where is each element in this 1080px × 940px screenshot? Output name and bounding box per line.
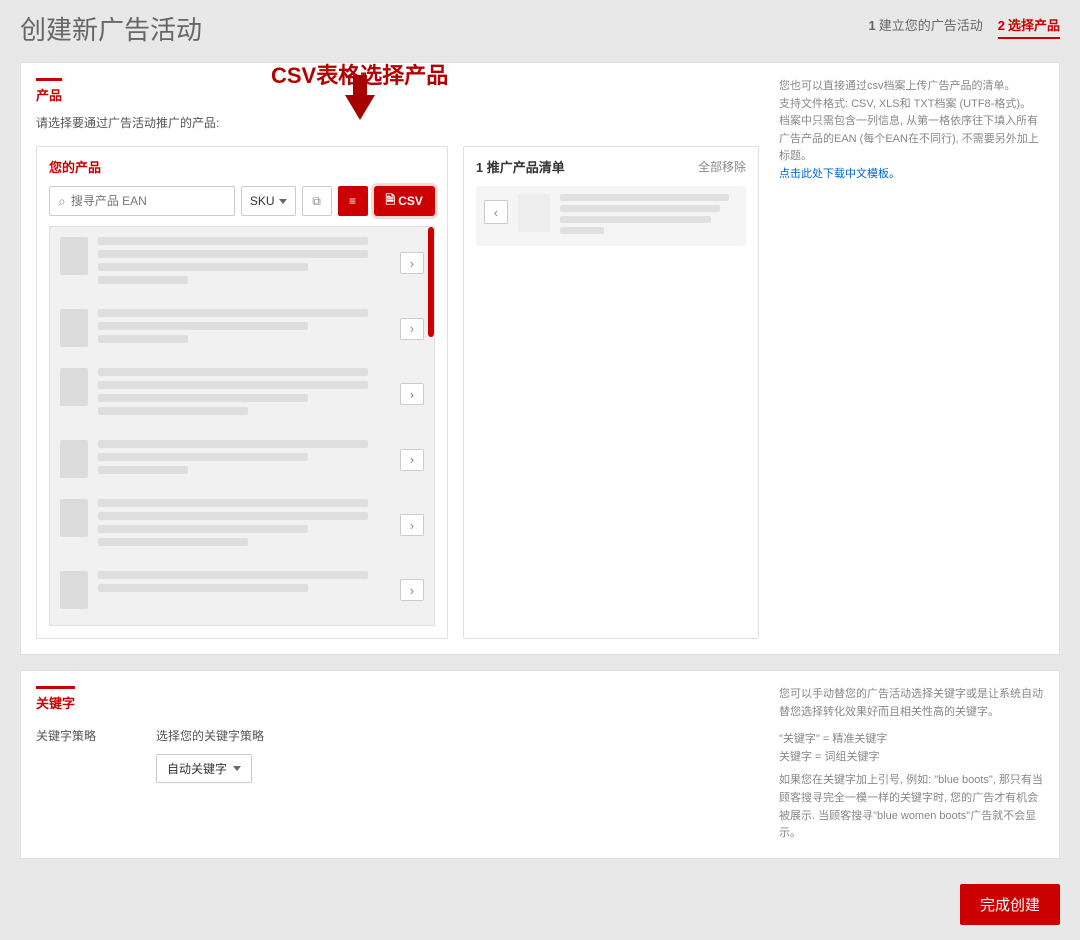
products-help-sidebar: 您也可以直接通过csv档案上传广告产品的清单。 支持文件格式: CSV, XLS… xyxy=(779,78,1044,639)
selected-item: ‹ xyxy=(476,186,746,246)
keywords-section-title: 关键字 xyxy=(36,686,75,712)
list-item: › xyxy=(50,489,434,561)
add-product-button[interactable]: › xyxy=(400,318,424,340)
list-item: › xyxy=(50,227,434,299)
chevron-right-icon: › xyxy=(410,452,414,467)
file-icon: 🗎 xyxy=(386,191,396,212)
keyword-strategy-select[interactable]: 自动关键字 xyxy=(156,754,252,783)
list-item: › xyxy=(50,561,434,619)
help-text: 档案中只需包含一列信息, 从第一格依序往下填入所有广告产品的EAN (每个EAN… xyxy=(779,113,1044,166)
product-list[interactable]: › › › xyxy=(49,226,435,626)
list-icon: ≡ xyxy=(349,194,356,208)
chevron-right-icon: › xyxy=(410,321,414,336)
list-item: › xyxy=(50,299,434,358)
remove-product-button[interactable]: ‹ xyxy=(484,200,508,224)
list-item: › xyxy=(50,430,434,489)
products-section-title: 产品 xyxy=(36,78,62,104)
csv-annotation: CSV表格选择产品 xyxy=(271,58,448,120)
add-product-button[interactable]: › xyxy=(400,579,424,601)
csv-upload-button[interactable]: 🗎CSV xyxy=(374,186,435,216)
down-arrow-icon xyxy=(345,95,375,120)
chevron-right-icon: › xyxy=(410,256,414,271)
step-1[interactable]: 1建立您的广告活动 xyxy=(869,15,983,39)
chevron-right-icon: › xyxy=(410,387,414,402)
help-text: 支持文件格式: CSV, XLS和 TXT档案 (UTF8-格式)。 xyxy=(779,96,1044,114)
download-template-link[interactable]: 点击此处下载中文模板。 xyxy=(779,168,900,180)
chevron-down-icon xyxy=(233,766,241,771)
keyword-strategy-label: 关键字策略 xyxy=(36,727,96,744)
add-product-button[interactable]: › xyxy=(400,449,424,471)
clear-all-button[interactable]: 全部移除 xyxy=(698,158,746,175)
csv-button-label: CSV xyxy=(398,194,423,208)
product-thumbnail xyxy=(60,368,88,406)
chevron-right-icon: › xyxy=(410,518,414,533)
promoted-products-panel: 1 推广产品清单 全部移除 ‹ xyxy=(463,146,759,639)
help-text: 如果您在关键字加上引号, 例如: "blue boots", 那只有当顾客搜寻完… xyxy=(779,772,1044,842)
help-text: "关键字" = 精准关键字 xyxy=(779,731,1044,749)
product-thumbnail xyxy=(60,440,88,478)
help-text: 关键字 = 词组关键字 xyxy=(779,749,1044,767)
sku-select[interactable]: SKU xyxy=(241,186,296,216)
products-card: CSV表格选择产品 产品 请选择要通过广告活动推广的产品: 您的产品 ⌕ xyxy=(20,62,1060,655)
add-product-button[interactable]: › xyxy=(400,383,424,405)
chevron-right-icon: › xyxy=(410,583,414,598)
search-icon: ⌕ xyxy=(58,193,66,210)
help-text: 您也可以直接通过csv档案上传广告产品的清单。 xyxy=(779,78,1044,96)
step-1-num: 1 xyxy=(869,18,876,33)
keywords-help-sidebar: 您可以手动替您的广告活动选择关键字或是让系统自动替您选择转化效果好而且相关性高的… xyxy=(779,686,1044,843)
search-field[interactable]: ⌕ xyxy=(49,186,235,216)
keyword-strategy-value: 自动关键字 xyxy=(167,760,227,777)
step-2-label: 选择产品 xyxy=(1008,18,1060,33)
copy-icon: ⧉ xyxy=(312,194,321,209)
step-2-num: 2 xyxy=(998,18,1005,33)
sku-select-label: SKU xyxy=(250,194,275,208)
list-item xyxy=(50,619,434,626)
chevron-left-icon: ‹ xyxy=(494,205,498,220)
chevron-down-icon xyxy=(279,199,287,204)
product-thumbnail xyxy=(518,194,550,232)
copy-button[interactable]: ⧉ xyxy=(302,186,332,216)
page-title: 创建新广告活动 xyxy=(20,10,202,47)
choose-strategy-label: 选择您的关键字策略 xyxy=(156,727,264,744)
wizard-steps: 1建立您的广告活动 2选择产品 xyxy=(869,15,1061,39)
step-2[interactable]: 2选择产品 xyxy=(998,15,1060,39)
search-input[interactable] xyxy=(71,194,226,208)
add-product-button[interactable]: › xyxy=(400,514,424,536)
finish-create-button[interactable]: 完成创建 xyxy=(960,884,1060,925)
your-products-panel: 您的产品 ⌕ SKU ⧉ ≡ 🗎 xyxy=(36,146,448,639)
product-thumbnail xyxy=(60,237,88,275)
keywords-card: 关键字 关键字策略 选择您的关键字策略 自动关键字 您可以手动替您的广告活动选择… xyxy=(20,670,1060,859)
product-thumbnail xyxy=(60,309,88,347)
your-products-title: 您的产品 xyxy=(49,157,101,176)
product-thumbnail xyxy=(60,499,88,537)
product-thumbnail xyxy=(60,571,88,609)
add-product-button[interactable]: › xyxy=(400,252,424,274)
bulk-add-button[interactable]: ≡ xyxy=(338,186,368,216)
help-text: 您可以手动替您的广告活动选择关键字或是让系统自动替您选择转化效果好而且相关性高的… xyxy=(779,686,1044,721)
promoted-products-title: 1 推广产品清单 xyxy=(476,157,565,176)
step-1-label: 建立您的广告活动 xyxy=(879,18,983,33)
list-item: › xyxy=(50,358,434,430)
